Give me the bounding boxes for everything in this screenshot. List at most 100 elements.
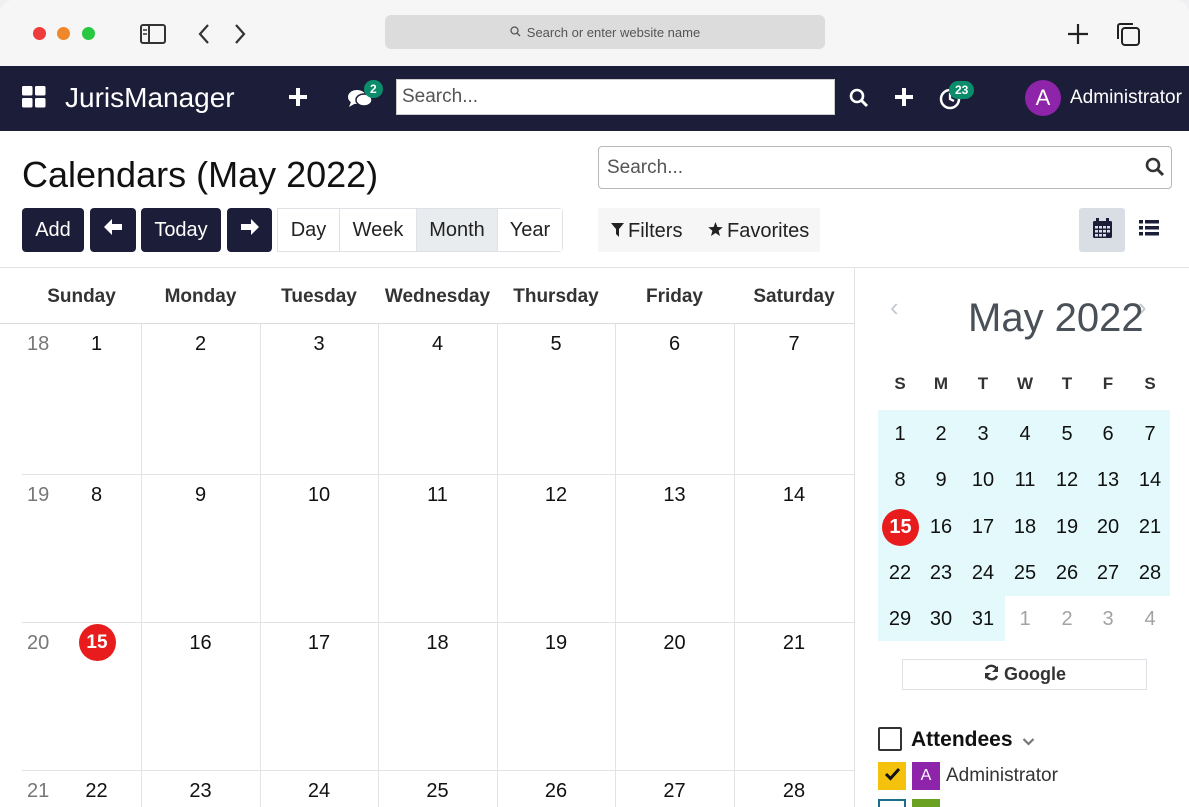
google-sync-button[interactable]: Google: [902, 659, 1147, 690]
filters-button[interactable]: Filters: [611, 220, 682, 243]
mini-day[interactable]: 29: [880, 608, 920, 631]
mini-day[interactable]: 22: [880, 562, 920, 585]
search-options: Filters Favorites: [598, 208, 820, 252]
mini-day[interactable]: 17: [963, 516, 1003, 539]
mini-day[interactable]: 16: [921, 516, 961, 539]
maximize-window-button[interactable]: [82, 27, 95, 40]
mini-weekday-header: S: [894, 374, 906, 393]
mini-day[interactable]: 20: [1088, 516, 1128, 539]
filter-icon: [611, 220, 624, 243]
mini-day[interactable]: 12: [1047, 469, 1087, 492]
activities-button[interactable]: 23: [938, 81, 975, 112]
attendee-name: Administrator: [946, 765, 1058, 786]
messages-button[interactable]: 2: [347, 80, 383, 112]
mini-day[interactable]: 4: [1005, 423, 1045, 446]
mini-day-other-month[interactable]: 1: [1005, 608, 1045, 631]
activities-badge: 23: [949, 81, 975, 99]
sidebar-toggle-icon[interactable]: [139, 20, 167, 48]
scale-month-button[interactable]: Month: [417, 209, 498, 251]
mini-day[interactable]: 18: [1005, 516, 1045, 539]
search-icon: [510, 25, 521, 40]
scale-day-button[interactable]: Day: [278, 209, 340, 251]
add-button[interactable]: Add: [22, 208, 84, 252]
user-menu[interactable]: Administrator: [1070, 87, 1182, 109]
previous-button[interactable]: [90, 208, 136, 252]
mini-day[interactable]: 23: [921, 562, 961, 585]
address-bar[interactable]: Search or enter website name: [385, 15, 825, 49]
today-button[interactable]: Today: [141, 208, 221, 252]
weekday-header: Sunday: [47, 285, 116, 307]
tab-overview-icon[interactable]: [1114, 20, 1142, 48]
mini-today-day[interactable]: 15: [882, 509, 919, 546]
next-button[interactable]: [227, 208, 272, 252]
mini-day[interactable]: 21: [1130, 516, 1170, 539]
day-number: 17: [307, 632, 331, 654]
attendees-select-all-checkbox[interactable]: [878, 727, 902, 751]
apps-menu-icon[interactable]: [22, 86, 46, 113]
attendee-avatar: A: [912, 762, 940, 790]
attendee-avatar: [912, 799, 940, 807]
mini-day[interactable]: 10: [963, 469, 1003, 492]
day-number: 5: [550, 333, 562, 355]
google-sync-label: Google: [1004, 664, 1066, 684]
mini-day[interactable]: 8: [880, 469, 920, 492]
user-avatar[interactable]: A: [1025, 80, 1061, 116]
mini-day[interactable]: 19: [1047, 516, 1087, 539]
mini-day[interactable]: 25: [1005, 562, 1045, 585]
day-number: 7: [788, 333, 800, 355]
mini-day[interactable]: 28: [1130, 562, 1170, 585]
favorites-label: Favorites: [727, 220, 810, 242]
mini-weekday-header: T: [1061, 374, 1073, 393]
mini-day[interactable]: 14: [1130, 469, 1170, 492]
new-tab-icon[interactable]: [1064, 20, 1092, 48]
close-window-button[interactable]: [33, 27, 46, 40]
attendee-checkbox[interactable]: [878, 799, 906, 807]
search-input[interactable]: [598, 146, 1172, 189]
weekday-header: Monday: [164, 285, 237, 307]
check-icon: [884, 767, 901, 786]
today-day-number: 15: [78, 624, 116, 661]
mini-day-other-month[interactable]: 2: [1047, 608, 1087, 631]
arrow-right-icon: [240, 218, 259, 242]
mini-day-other-month[interactable]: 4: [1130, 608, 1170, 631]
forward-icon[interactable]: [226, 20, 254, 48]
mini-previous-month-icon[interactable]: ‹: [890, 292, 899, 323]
mini-day[interactable]: 24: [963, 562, 1003, 585]
mini-day[interactable]: 30: [921, 608, 961, 631]
mini-day[interactable]: 11: [1005, 469, 1045, 492]
mini-day[interactable]: 27: [1088, 562, 1128, 585]
scale-year-button[interactable]: Year: [498, 209, 562, 251]
mini-day[interactable]: 7: [1130, 423, 1170, 446]
scale-week-button[interactable]: Week: [340, 209, 417, 251]
list-view-button[interactable]: [1126, 208, 1172, 252]
mini-day[interactable]: 1: [880, 423, 920, 446]
mini-day[interactable]: 2: [921, 423, 961, 446]
day-number: 3: [313, 333, 325, 355]
favorites-button[interactable]: Favorites: [708, 220, 809, 243]
minimize-window-button[interactable]: [57, 27, 70, 40]
mini-day[interactable]: 5: [1047, 423, 1087, 446]
mini-day[interactable]: 13: [1088, 469, 1128, 492]
mini-day[interactable]: 3: [963, 423, 1003, 446]
mini-day-other-month[interactable]: 3: [1088, 608, 1128, 631]
mini-day[interactable]: 6: [1088, 423, 1128, 446]
mini-weekday-header: F: [1102, 374, 1114, 393]
weekday-header: Saturday: [753, 285, 835, 307]
back-icon[interactable]: [190, 20, 218, 48]
day-number: 12: [544, 484, 568, 506]
day-number: 23: [189, 780, 212, 802]
calendar-view-button[interactable]: [1079, 208, 1125, 252]
app-brand[interactable]: JurisManager: [65, 82, 235, 114]
attendees-title[interactable]: Attendees: [911, 728, 1035, 752]
search-icon[interactable]: [1145, 157, 1165, 182]
quick-create-icon[interactable]: [289, 88, 307, 111]
add-icon[interactable]: [895, 88, 913, 111]
mini-day[interactable]: 9: [921, 469, 961, 492]
day-number: 6: [668, 333, 681, 355]
attendee-checkbox[interactable]: [878, 762, 906, 790]
mini-day[interactable]: 31: [963, 608, 1003, 631]
mini-day[interactable]: 26: [1047, 562, 1087, 585]
day-number: 19: [544, 632, 568, 654]
search-icon[interactable]: [849, 88, 869, 113]
global-search-input[interactable]: [396, 79, 835, 115]
